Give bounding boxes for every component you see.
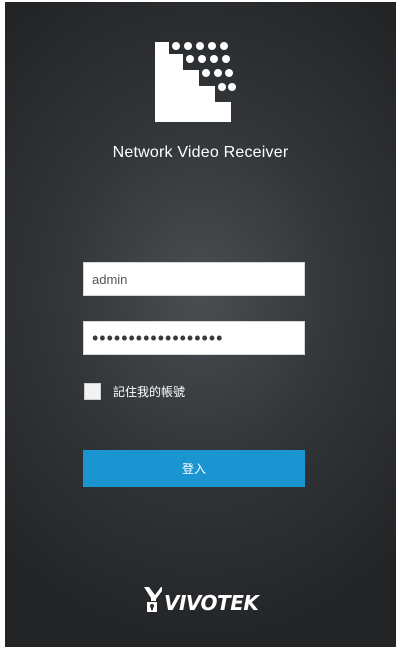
remember-me-label: 記住我的帳號	[113, 385, 186, 399]
app-title: Network Video Receiver	[112, 144, 289, 161]
brand-logo: VIVOTEK	[144, 587, 259, 615]
password-input[interactable]	[83, 321, 305, 355]
brand-name: VIVOTEK	[164, 591, 259, 615]
username-input[interactable]	[83, 262, 305, 296]
remember-me-checkbox[interactable]	[84, 383, 101, 400]
nvr-grid-logo-icon	[155, 42, 236, 122]
vivotek-mark-icon	[144, 587, 162, 612]
login-button[interactable]: 登入	[83, 450, 305, 487]
remember-me-toggle[interactable]: 記住我的帳號	[84, 383, 185, 400]
login-panel: Network Video Receiver 記住我的帳號 登入 VIVOTEK	[5, 2, 396, 647]
